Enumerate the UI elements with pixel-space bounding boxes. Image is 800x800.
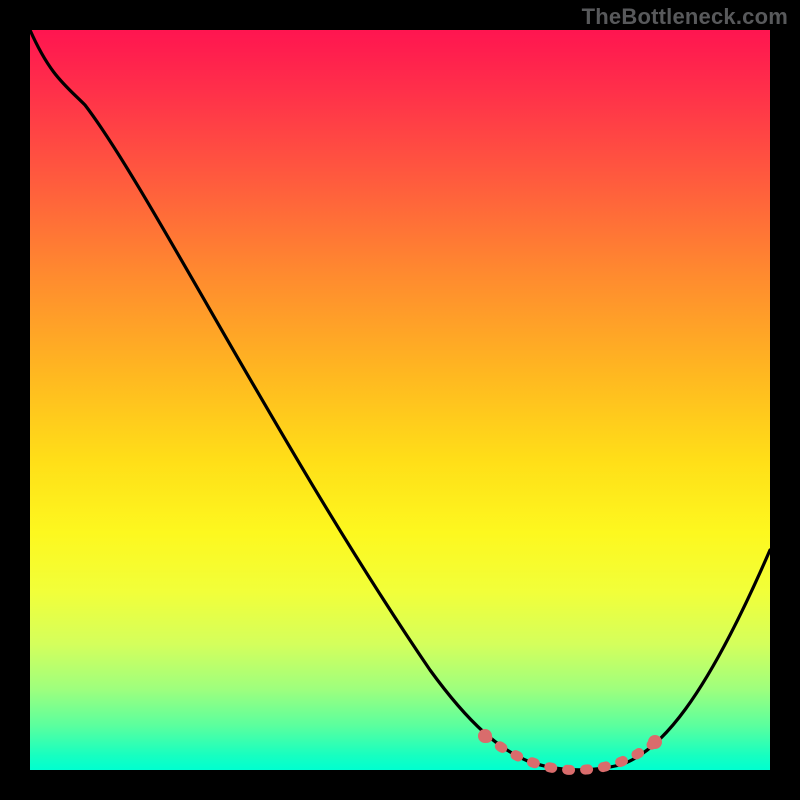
bottleneck-curve-path — [30, 30, 770, 770]
watermark-text: TheBottleneck.com — [582, 4, 788, 30]
curve-layer — [30, 30, 770, 770]
optimal-end-marker — [648, 735, 662, 749]
plot-area — [30, 30, 770, 770]
chart-frame: TheBottleneck.com — [0, 0, 800, 800]
optimal-start-marker — [478, 729, 492, 743]
